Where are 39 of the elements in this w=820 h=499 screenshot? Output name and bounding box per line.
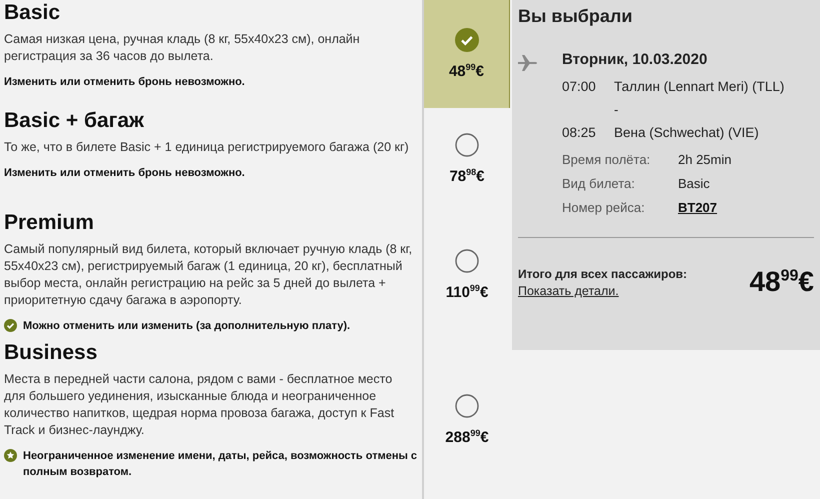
fare-name: Basic + багаж bbox=[4, 108, 145, 134]
airport-name: Вена (Schwechat) (VIE) bbox=[614, 125, 760, 140]
star-icon bbox=[4, 449, 17, 462]
flight-date: Вторник, 10.03.2020 bbox=[562, 51, 708, 70]
fare-description: То же, что в билете Basic + 1 единица регистрируемого багажа (20 кг) bbox=[4, 139, 410, 156]
fare-description: Самая низкая цена, ручная кладь (8 кг, 55x40x23 см), онлайн регистрация за 36 часов до вылета. bbox=[4, 31, 361, 65]
arrival-time: 08:25 bbox=[562, 125, 597, 140]
fare-option[interactable]: 288$^{99}$€ bbox=[424, 340, 510, 499]
flight-number-link[interactable]: BT207 bbox=[678, 200, 814, 215]
fare-name: Premium bbox=[4, 210, 95, 236]
total-label: Итого для всех пассажиров: bbox=[518, 266, 688, 280]
fare-option[interactable]: 78$^{98}$€ bbox=[424, 108, 510, 210]
detail-label: Номер рейса: bbox=[562, 200, 646, 215]
fare-option[interactable]: 110$^{99}$€ bbox=[424, 210, 510, 340]
summary-title: Вы выбрали bbox=[518, 6, 634, 27]
dash-separator: - bbox=[614, 102, 620, 117]
fare-option[interactable]: 48$^{99}$€ bbox=[424, 0, 510, 108]
radio-icon bbox=[455, 394, 479, 418]
fare-description: Самый популярный вид билета, который включает ручную кладь (8 кг, 55x40x23 см), регистрируемый багаж (1 единица, 20 кг), бесплатный выбор места, онлайн регистрацию на рейс за 5 дней до вылета + приоритетную сдачу багажа в аэропорту. bbox=[4, 241, 414, 309]
departure-time: 07:00 bbox=[562, 79, 597, 94]
radio-icon bbox=[455, 133, 479, 157]
fare-note: Изменить или отменить бронь невозможно. bbox=[4, 75, 245, 90]
radio-icon bbox=[455, 249, 479, 273]
plane-icon bbox=[518, 55, 538, 71]
detail-label: Время полёта: bbox=[562, 152, 652, 167]
fare-note: Неограниченное изменение имени, даты, рейса, возможность отмены с полным возвратом. bbox=[23, 449, 418, 480]
fare-name: Basic bbox=[4, 0, 62, 26]
check-icon bbox=[4, 319, 17, 332]
detail-value: 2h 25min bbox=[678, 152, 732, 167]
airport-name: Таллин (Lennart Meri) (TLL) bbox=[614, 79, 786, 94]
fare-note: Можно отменить или изменить (за дополнительную плату). bbox=[23, 319, 350, 334]
check-icon bbox=[454, 28, 478, 52]
total-price: 48$^{99}$€ bbox=[749, 266, 814, 298]
details-link[interactable]: Показать детали. bbox=[518, 284, 688, 298]
fare-note: Изменить или отменить бронь невозможно. bbox=[4, 166, 245, 181]
detail-value: Basic bbox=[678, 176, 711, 191]
detail-label: Вид билета: bbox=[562, 176, 636, 191]
fare-name: Business bbox=[4, 340, 98, 366]
fare-description: Места в передней части салона, рядом с вами - бесплатное место для большего уединения, изысканные блюда и неограниченное количество напитков, щедрая норма провоза багажа, доступ к Fast Track и бизнес-лаунджу. bbox=[4, 371, 396, 439]
